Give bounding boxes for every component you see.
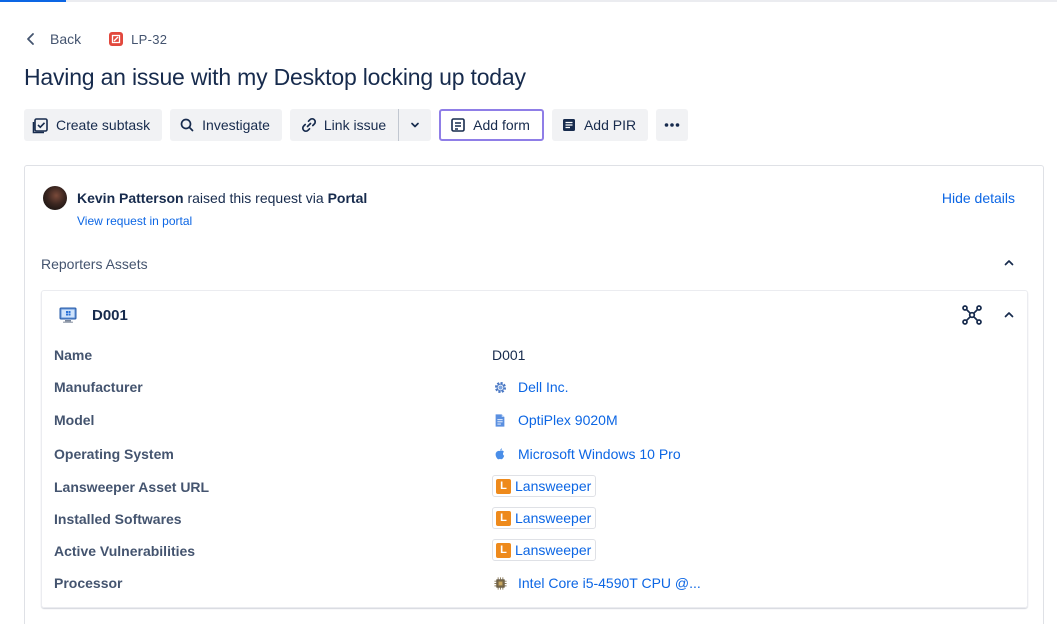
- attribute-value-text: Microsoft Windows 10 Pro: [518, 446, 681, 462]
- attribute-value-text: Dell Inc.: [518, 379, 569, 395]
- page-title[interactable]: Having an issue with my Desktop locking …: [24, 64, 526, 91]
- reporters-assets-label: Reporters Assets: [41, 256, 148, 272]
- add-pir-button[interactable]: Add PIR: [551, 109, 649, 141]
- attribute-value-model[interactable]: OptiPlex 9020M: [492, 412, 618, 428]
- document-icon: [562, 119, 575, 131]
- desktop-computer-icon: [59, 307, 77, 323]
- subtask-icon: [32, 118, 48, 134]
- request-details-panel: Kevin Patterson raised this request via …: [24, 165, 1044, 624]
- attribute-value-processor[interactable]: Intel Core i5-4590T CPU @...: [492, 575, 701, 591]
- attribute-label-manufacturer: Manufacturer: [54, 379, 143, 395]
- raised-by-text: Kevin Patterson raised this request via …: [77, 190, 367, 206]
- lansweeper-logo-icon: L: [496, 478, 511, 494]
- attribute-value-operating-system[interactable]: Microsoft Windows 10 Pro: [492, 446, 681, 462]
- apple-icon: [492, 446, 508, 462]
- attribute-label-name: Name: [54, 347, 93, 363]
- more-actions-button[interactable]: [656, 109, 689, 141]
- issue-key: LP-32: [131, 31, 168, 47]
- cpu-icon: [492, 575, 508, 591]
- chevron-left-icon: [27, 33, 34, 45]
- attribute-label-installed-softwares: Installed Softwares: [54, 511, 182, 527]
- lansweeper-link[interactable]: L Lansweeper: [492, 475, 597, 497]
- asset-card: D001 Name D001 Manufacturer Dell Inc. Mo…: [41, 290, 1028, 608]
- incident-type-icon: [109, 32, 124, 46]
- breadcrumb: Back LP-32: [24, 28, 167, 50]
- attribute-value-text: D001: [492, 347, 526, 363]
- link-issue-split-button: Link issue: [289, 109, 432, 141]
- attribute-label-operating-system: Operating System: [54, 446, 174, 462]
- gear-icon: [492, 379, 508, 395]
- add-form-label: Add form: [473, 117, 530, 133]
- link-issue-label: Link issue: [323, 117, 387, 133]
- lansweeper-logo-icon: L: [496, 510, 511, 526]
- avatar[interactable]: [43, 186, 67, 210]
- asset-name[interactable]: D001: [92, 307, 128, 324]
- chevron-down-icon: [411, 122, 420, 128]
- create-subtask-label: Create subtask: [56, 117, 151, 133]
- reporter-name[interactable]: Kevin Patterson: [77, 190, 184, 206]
- attribute-value-lansweeper-asset-url: L Lansweeper: [492, 475, 597, 497]
- attribute-label-processor: Processor: [54, 575, 123, 591]
- lansweeper-link[interactable]: L Lansweeper: [492, 539, 597, 561]
- view-in-portal-link[interactable]: View request in portal: [77, 214, 192, 228]
- search-icon: [180, 118, 194, 132]
- attribute-value-active-vulnerabilities: L Lansweeper: [492, 539, 597, 561]
- chevron-up-icon[interactable]: [1001, 255, 1017, 271]
- attribute-value-text: Intel Core i5-4590T CPU @...: [518, 575, 701, 591]
- attribute-value-text: Lansweeper: [515, 478, 592, 494]
- document-icon: [492, 412, 508, 428]
- back-button[interactable]: Back: [24, 31, 81, 47]
- investigate-button[interactable]: Investigate: [170, 109, 282, 141]
- add-form-button[interactable]: Add form: [439, 109, 544, 141]
- attribute-value-text: OptiPlex 9020M: [518, 412, 618, 428]
- link-issue-dropdown-button[interactable]: [399, 109, 431, 141]
- attribute-label-active-vulnerabilities: Active Vulnerabilities: [54, 543, 196, 559]
- back-label: Back: [50, 31, 82, 47]
- request-channel: Portal: [327, 190, 368, 206]
- issue-key-link[interactable]: LP-32: [109, 32, 167, 47]
- link-icon: [301, 117, 316, 133]
- chevron-up-icon[interactable]: [1001, 307, 1017, 323]
- graph-view-icon[interactable]: [961, 304, 983, 326]
- form-icon: [451, 118, 465, 132]
- lansweeper-logo-icon: L: [496, 542, 511, 558]
- attribute-value-text: Lansweeper: [515, 542, 592, 558]
- raised-text: raised this request via: [183, 190, 328, 206]
- add-pir-label: Add PIR: [583, 117, 637, 133]
- attribute-value-name: D001: [492, 347, 525, 363]
- top-progress-accent: [0, 0, 66, 2]
- lansweeper-link[interactable]: L Lansweeper: [492, 507, 597, 529]
- hide-details-button[interactable]: Hide details: [942, 190, 1015, 206]
- top-progress-line: [0, 0, 1057, 2]
- issue-toolbar: Create subtask Investigate Link issue Ad…: [24, 109, 689, 141]
- investigate-label: Investigate: [202, 117, 270, 133]
- attribute-label-lansweeper-asset-url: Lansweeper Asset URL: [54, 479, 210, 495]
- attribute-value-installed-softwares: L Lansweeper: [492, 507, 597, 529]
- more-icon: [664, 123, 680, 127]
- attribute-label-model: Model: [54, 412, 95, 428]
- asset-header: D001: [58, 305, 128, 325]
- attribute-value-text: Lansweeper: [515, 510, 592, 526]
- create-subtask-button[interactable]: Create subtask: [24, 109, 163, 141]
- link-issue-button[interactable]: Link issue: [290, 109, 398, 141]
- attribute-value-manufacturer[interactable]: Dell Inc.: [492, 379, 569, 395]
